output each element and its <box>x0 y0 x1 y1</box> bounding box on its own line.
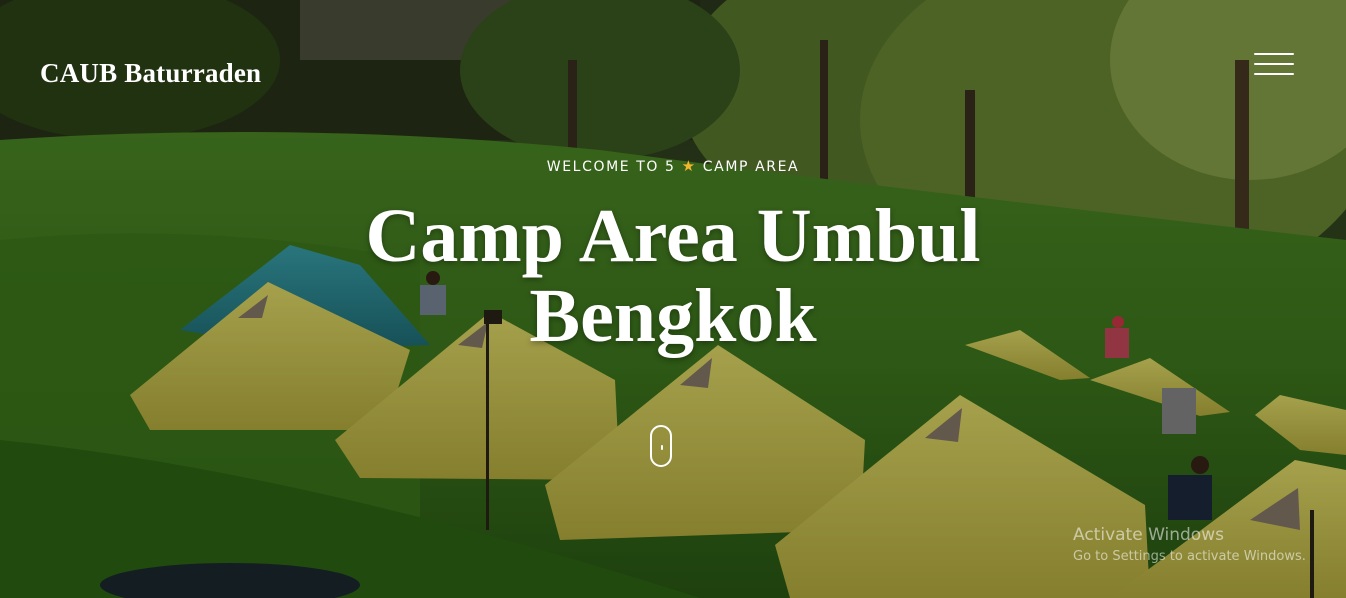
activate-windows-watermark: Activate Windows Go to Settings to activ… <box>1073 524 1306 566</box>
menu-bar <box>1254 63 1294 65</box>
mouse-scroll-icon[interactable] <box>650 425 672 467</box>
welcome-prefix: WELCOME TO 5 <box>546 159 676 175</box>
hero-subtitle: WELCOME TO 5 ★ CAMP AREA <box>0 157 1346 175</box>
hero-section: CAUB Baturraden WELCOME TO 5 ★ CAMP AREA… <box>0 0 1346 598</box>
watermark-subtitle: Go to Settings to activate Windows. <box>1073 549 1306 564</box>
hero-title-line-1: Camp Area Umbul <box>365 194 981 278</box>
hamburger-menu-icon[interactable] <box>1254 52 1294 76</box>
hero-title: Camp Area Umbul Bengkok <box>323 196 1023 356</box>
watermark-title: Activate Windows <box>1073 525 1224 545</box>
scroll-wheel-dot <box>661 445 663 450</box>
menu-bar <box>1254 53 1294 55</box>
hero-title-line-2: Bengkok <box>529 274 817 358</box>
star-icon: ★ <box>681 157 697 175</box>
site-brand-logo[interactable]: CAUB Baturraden <box>40 58 261 89</box>
menu-bar <box>1254 73 1294 75</box>
welcome-suffix: CAMP AREA <box>702 159 800 175</box>
